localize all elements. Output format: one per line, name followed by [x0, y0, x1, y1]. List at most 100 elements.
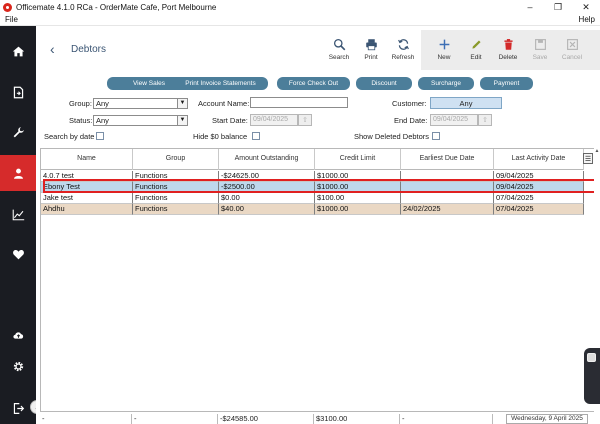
sidebar-item-cloud[interactable]	[0, 319, 36, 349]
save-icon	[534, 39, 546, 50]
sidebar-item-tools[interactable]	[0, 117, 36, 147]
account-name-input[interactable]	[250, 97, 348, 108]
cell-last: 07/04/2025	[494, 193, 584, 204]
cell-limit: $100.00	[315, 193, 401, 204]
group-label: Group:	[69, 99, 92, 108]
sidebar-item-customers[interactable]	[0, 155, 36, 191]
print-button[interactable]: Print	[354, 38, 388, 61]
maximize-button[interactable]: ❐	[544, 0, 572, 14]
sidebar-item-documents[interactable]	[0, 77, 36, 107]
column-header-amount-outstanding[interactable]: Amount Outstanding	[219, 149, 315, 170]
cell-name: Ahdhu	[41, 204, 133, 215]
save-button[interactable]: Save	[523, 38, 557, 61]
gear-icon	[13, 361, 23, 371]
search-label: Search	[328, 54, 350, 61]
chevron-down-icon: ▼	[177, 99, 187, 108]
menu-bar: File Help	[0, 14, 600, 26]
panel-icon	[587, 353, 596, 362]
selection-highlight	[43, 179, 600, 193]
total-due: -	[400, 414, 493, 424]
trash-icon	[503, 39, 513, 50]
search-button[interactable]: Search	[322, 38, 356, 61]
person-icon	[13, 168, 23, 179]
search-by-date-checkbox[interactable]	[96, 132, 104, 140]
print-label: Print	[364, 54, 378, 61]
search-icon	[333, 38, 345, 51]
status-label: Status:	[69, 116, 93, 125]
customer-label: Customer:	[392, 99, 427, 108]
side-panel-tab[interactable]	[584, 348, 600, 404]
column-header-last-activity-date[interactable]: Last Activity Date	[494, 149, 584, 170]
status-select[interactable]: Any ▼	[93, 115, 188, 126]
column-header-credit-limit[interactable]: Credit Limit	[315, 149, 401, 170]
group-select[interactable]: Any ▼	[93, 98, 188, 109]
surcharge-button[interactable]: Surcharge	[418, 77, 474, 90]
start-date-picker-button[interactable]: ⇧	[298, 114, 312, 126]
scroll-up-icon[interactable]: ▲	[594, 148, 600, 156]
minimize-button[interactable]: –	[516, 0, 544, 14]
delete-button[interactable]: Delete	[491, 38, 525, 61]
save-label: Save	[532, 54, 548, 61]
end-date-field[interactable]: 09/04/2025	[430, 114, 478, 126]
delete-label: Delete	[498, 54, 518, 61]
table-row[interactable]: Jake test Functions $0.00 $100.00 07/04/…	[41, 193, 584, 204]
group-select-value: Any	[96, 99, 109, 108]
debtors-table: Name Group Amount Outstanding Credit Lim…	[40, 148, 600, 412]
edit-label: Edit	[470, 54, 482, 61]
table-header: Name Group Amount Outstanding Credit Lim…	[41, 149, 584, 170]
refresh-icon	[397, 39, 409, 50]
cell-group: Functions	[133, 193, 219, 204]
new-label: New	[437, 54, 451, 61]
hide-zero-balance-checkbox[interactable]	[252, 132, 260, 140]
logout-icon	[13, 402, 24, 414]
column-header-name[interactable]: Name	[41, 149, 133, 170]
plus-icon	[439, 39, 449, 50]
menu-file[interactable]: File	[5, 15, 18, 24]
calendar-icon: ⇧	[482, 117, 488, 124]
discount-button[interactable]: Discount	[356, 77, 412, 90]
status-date: Wednesday, 9 April 2025	[506, 414, 588, 424]
column-header-earliest-due-date[interactable]: Earliest Due Date	[401, 149, 494, 170]
edit-button[interactable]: Edit	[459, 38, 493, 61]
hide-zero-balance-label: Hide $0 balance	[193, 132, 248, 141]
main-panel: ‹ Debtors Search Print Refresh New Edit …	[36, 26, 600, 424]
cell-group: Functions	[133, 204, 219, 215]
calendar-icon: ⇧	[302, 117, 308, 124]
cancel-button[interactable]: Cancel	[555, 38, 589, 61]
column-chooser-icon[interactable]: ☰	[583, 153, 593, 164]
cancel-icon	[566, 39, 578, 50]
sidebar-item-settings[interactable]	[0, 351, 36, 381]
cell-last: 07/04/2025	[494, 204, 584, 215]
menu-help[interactable]: Help	[579, 15, 595, 24]
title-bar: Officemate 4.1.0 RCa - OrderMate Cafe, P…	[0, 0, 600, 14]
page-header: ‹ Debtors Search Print Refresh New Edit …	[36, 26, 600, 72]
start-date-field[interactable]: 09/04/2025	[250, 114, 298, 126]
customer-selector[interactable]: Any	[430, 97, 502, 109]
table-row[interactable]: Ahdhu Functions $40.00 $1000.00 24/02/20…	[41, 204, 584, 215]
refresh-button[interactable]: Refresh	[386, 38, 420, 61]
search-by-date-label: Search by date	[44, 132, 95, 141]
totals-row: - - -$24585.00 $3100.00 -	[40, 414, 493, 424]
sidebar-item-reports[interactable]	[0, 199, 36, 229]
cell-name: Jake test	[41, 193, 133, 204]
cell-amount: $40.00	[219, 204, 315, 215]
back-button[interactable]: ‹	[50, 41, 55, 57]
heart-icon	[12, 249, 24, 259]
show-deleted-checkbox[interactable]	[432, 132, 440, 140]
cell-limit: $1000.00	[315, 204, 401, 215]
end-date-picker-button[interactable]: ⇧	[478, 114, 492, 126]
cell-due	[401, 193, 494, 204]
payment-button[interactable]: Payment	[480, 77, 533, 90]
force-check-out-button[interactable]: Force Check Out	[277, 77, 350, 90]
home-icon	[12, 46, 24, 56]
printer-icon	[365, 39, 377, 51]
wrench-icon	[13, 126, 24, 137]
print-invoice-statements-button[interactable]: Print Invoice Statements	[173, 77, 268, 90]
close-button[interactable]: ✕	[572, 0, 600, 14]
sidebar-item-loyalty[interactable]	[0, 239, 36, 269]
new-button[interactable]: New	[427, 38, 461, 61]
sidebar-item-home[interactable]	[0, 36, 36, 66]
total-amount: -$24585.00	[218, 414, 314, 424]
chevron-down-icon: ▼	[177, 116, 187, 125]
column-header-group[interactable]: Group	[133, 149, 219, 170]
